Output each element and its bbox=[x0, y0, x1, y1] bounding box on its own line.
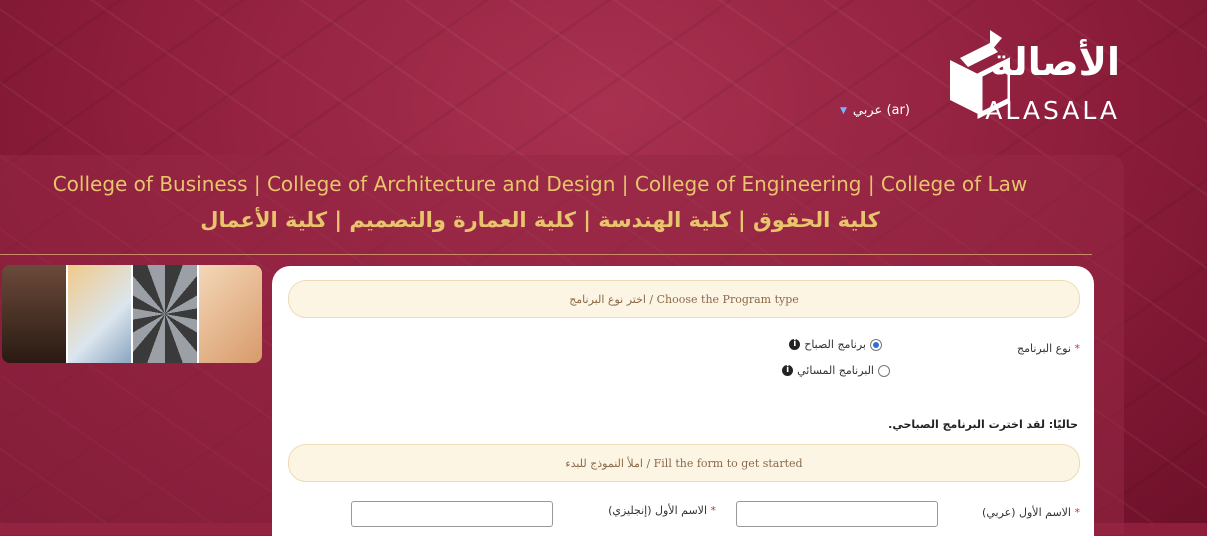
radio-evening-label: البرنامج المسائي bbox=[797, 364, 874, 377]
first-name-english-input[interactable] bbox=[351, 501, 553, 527]
fill-form-section-header: املأ النموذج للبدء / Fill the form to ge… bbox=[288, 444, 1080, 482]
chevron-down-icon: ▼ bbox=[840, 105, 847, 116]
radio-morning-program[interactable]: i برنامج الصباح bbox=[789, 338, 882, 351]
law-gavel-image bbox=[2, 265, 68, 363]
radio-evening-program[interactable]: i البرنامج المسائي bbox=[782, 364, 890, 377]
first-name-arabic-input[interactable] bbox=[736, 501, 938, 527]
language-selector[interactable]: ▼ عربي (ar) bbox=[840, 103, 910, 118]
colleges-arabic: كلية الحقوق | كلية الهندسة | كلية العمار… bbox=[200, 208, 880, 232]
current-selection-text: .حاليًا: لقد اخترت البرنامج الصباحي bbox=[888, 418, 1078, 431]
application-form: اختر نوع البرنامج / Choose the Program t… bbox=[272, 266, 1094, 536]
radio-morning-input[interactable] bbox=[870, 338, 882, 351]
college-image-strip bbox=[2, 265, 262, 363]
language-label: عربي (ar) bbox=[852, 103, 910, 118]
alasala-logo[interactable]: الأصالة ALASALA bbox=[950, 30, 1120, 125]
engineering-compass-image bbox=[198, 265, 262, 363]
first-name-english-label: الاسم الأول (إنجليزي) * bbox=[608, 504, 716, 517]
architecture-ceiling-image bbox=[133, 265, 199, 363]
program-type-section-header: اختر نوع البرنامج / Choose the Program t… bbox=[288, 280, 1080, 318]
program-type-label: نوع البرنامج * bbox=[1016, 342, 1080, 355]
logo-english-text: ALASALA bbox=[985, 96, 1120, 125]
info-icon: i bbox=[789, 339, 801, 350]
info-icon: i bbox=[782, 365, 794, 376]
radio-evening-input[interactable] bbox=[878, 364, 890, 377]
radio-morning-label: برنامج الصباح bbox=[804, 338, 866, 351]
first-name-arabic-label: الاسم الأول (عربي) * bbox=[982, 506, 1080, 519]
logo-arabic-text: الأصالة bbox=[990, 40, 1120, 84]
divider bbox=[0, 254, 1092, 255]
colleges-english: College of Business | College of Archite… bbox=[52, 172, 1028, 196]
business-chart-image bbox=[67, 265, 133, 363]
